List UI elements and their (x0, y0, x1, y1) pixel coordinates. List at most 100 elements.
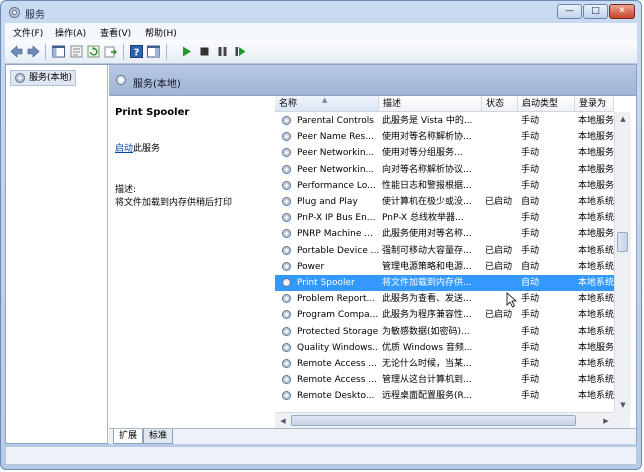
restart-icon[interactable] (233, 44, 248, 59)
service-row[interactable]: Program Compa... 此服务为程序兼容性... 已启动 手动 本地系统 (275, 307, 614, 323)
services-list: ▲ 名称 描述 状态 启动类型 登录为 Parental Controls 此服务… (275, 96, 636, 428)
service-row[interactable]: Peer Networkin... 使用对等分组服务... 手动 本地服务 (275, 145, 614, 161)
window-title: 服务 (25, 10, 45, 21)
tab-standard[interactable]: 标准 (143, 429, 174, 444)
menu-help[interactable]: 帮助(H) (145, 26, 177, 39)
service-description: 此服务为查看、发送... (382, 294, 472, 305)
service-gear-icon (282, 278, 291, 287)
service-startup-type: 手动 (521, 375, 540, 386)
service-logon: 本地系统 (578, 310, 615, 321)
horizontal-scroll-thumb[interactable] (291, 415, 576, 426)
service-gear-icon (282, 375, 291, 385)
content-pane: 服务(本地) Print Spooler 启动此服务 描述: 将文件加载到内存供… (109, 65, 636, 444)
service-logon: 本地服务 (578, 132, 615, 143)
service-description: 性能日志和警报根据... (382, 180, 472, 191)
service-startup-type: 手动 (521, 148, 540, 159)
service-gear-icon (282, 310, 291, 320)
service-logon: 本地系统 (578, 278, 615, 288)
scroll-up-icon[interactable]: ▲ (615, 112, 631, 126)
service-row[interactable]: Protected Storage 为敏感数据(如密码)... 手动 本地系统 (275, 324, 614, 340)
service-description: 向对等名称解析协议... (382, 164, 472, 175)
start-service-suffix: 此服务 (133, 144, 161, 154)
service-status: 已启动 (485, 310, 513, 321)
service-startup-type: 手动 (521, 132, 540, 143)
scroll-down-icon[interactable]: ▼ (615, 398, 631, 412)
service-row[interactable]: PNRP Machine ... 此服务使用对等名称... 手动 本地服务 (275, 226, 614, 242)
service-startup-type: 手动 (521, 164, 540, 175)
scrollbar-corner (614, 412, 630, 428)
maximize-button[interactable]: □ (583, 4, 608, 19)
menu-view[interactable]: 查看(V) (100, 26, 131, 39)
properties-icon[interactable] (69, 44, 84, 59)
service-description: 此服务使用对等名称... (382, 229, 472, 240)
horizontal-scrollbar[interactable]: ◀ ▶ (275, 412, 614, 428)
service-row[interactable]: Remote Access ... 管理从这台计算机到... 手动 本地系统 (275, 372, 614, 388)
help-icon[interactable]: ? (129, 44, 144, 59)
service-description: 远程桌面配置服务(R... (382, 391, 473, 402)
menu-action[interactable]: 操作(A) (55, 26, 86, 39)
column-header-startup-type[interactable]: 启动类型 (518, 96, 575, 112)
back-icon[interactable] (9, 44, 24, 59)
service-row[interactable]: Quality Windows... 优质 Windows 音频... 手动 本地服务 (275, 340, 614, 356)
service-gear-icon (282, 245, 291, 255)
title-bar[interactable]: 服务 — □ ✕ (1, 1, 641, 23)
service-name: PNRP Machine ... (297, 229, 373, 240)
column-header-logon[interactable]: 登录为 (575, 96, 614, 112)
service-row[interactable]: Print Spooler 将文件加载到内存供... 自动 本地系统 (275, 275, 614, 291)
status-bar (5, 446, 637, 465)
service-gear-icon (282, 132, 291, 142)
scroll-left-icon[interactable]: ◀ (275, 413, 291, 428)
service-description: 此服务为程序兼容性... (382, 310, 472, 321)
vertical-scrollbar[interactable]: ▲ ▼ (614, 112, 631, 412)
stop-icon[interactable] (197, 44, 212, 59)
column-header-description[interactable]: 描述 (379, 96, 482, 112)
service-row[interactable]: Parental Controls 此服务是 Vista 中的... 手动 本地服务 (275, 113, 614, 129)
service-logon: 本地系统 (578, 213, 615, 224)
service-row[interactable]: Remote Deskto... 远程桌面配置服务(R... 手动 本地系统 (275, 388, 614, 404)
service-row[interactable]: Peer Name Res... 使用对等名称解析协... 手动 本地服务 (275, 129, 614, 145)
service-startup-type: 手动 (521, 294, 540, 305)
vertical-scroll-thumb[interactable] (617, 232, 628, 252)
service-row[interactable]: Power 管理电源策略和电源... 已启动 自动 本地系统 (275, 259, 614, 275)
service-logon: 本地系统 (578, 391, 615, 402)
export-icon[interactable] (103, 44, 118, 59)
minimize-button[interactable]: — (557, 4, 582, 19)
service-description: 使用对等分组服务... (382, 148, 463, 159)
service-logon: 本地服务 (578, 164, 615, 175)
service-name: Quality Windows... (297, 342, 379, 353)
pause-icon[interactable] (215, 44, 230, 59)
start-icon[interactable] (179, 44, 194, 59)
service-logon: 本地服务 (578, 116, 615, 126)
menu-file[interactable]: 文件(F) (13, 26, 43, 39)
service-row[interactable]: Performance Lo... 性能日志和警报根据... 手动 本地服务 (275, 178, 614, 194)
service-logon: 本地系统 (578, 245, 615, 256)
service-row[interactable]: Remote Access ... 无论什么时候，当某... 手动 本地系统 (275, 356, 614, 372)
service-startup-type: 手动 (521, 245, 540, 256)
tab-extended[interactable]: 扩展 (113, 429, 144, 444)
show-tree-icon[interactable] (51, 44, 66, 59)
service-gear-icon (282, 391, 291, 401)
service-row[interactable]: Plug and Play 使计算机在极少或没... 已启动 自动 本地系统 (275, 194, 614, 210)
console-tree: 服务(本地) (6, 65, 108, 443)
tree-item-services-local[interactable]: 服务(本地) (10, 70, 77, 86)
column-header-name[interactable]: ▲ 名称 (275, 96, 379, 112)
service-row[interactable]: PnP-X IP Bus En... PnP-X 总线枚举器... 手动 本地系统 (275, 210, 614, 226)
scroll-right-icon[interactable]: ▶ (598, 413, 614, 428)
view-icon[interactable] (146, 44, 161, 59)
forward-icon[interactable] (26, 44, 41, 59)
main-panel: 服务(本地) 服务(本地) Print Spooler 启动此服务 描述: 将文… (5, 64, 637, 444)
service-row[interactable]: Peer Networkin... 向对等名称解析协议... 手动 本地服务 (275, 162, 614, 178)
close-button[interactable]: ✕ (609, 4, 635, 19)
service-name: Portable Device ... (297, 245, 379, 256)
refresh-icon[interactable] (86, 44, 101, 59)
start-service-link[interactable]: 启动 (115, 144, 133, 154)
column-header-status[interactable]: 状态 (482, 96, 518, 112)
service-row[interactable]: Portable Device ... 强制可移动大容量存... 已启动 手动 本地系统 (275, 243, 614, 259)
service-description: PnP-X 总线枚举器... (382, 213, 464, 224)
service-row[interactable]: Problem Report... 此服务为查看、发送... 手动 本地系统 (275, 291, 614, 307)
service-title: Print Spooler (115, 107, 190, 118)
service-status: 已启动 (485, 261, 513, 272)
services-gear-icon (116, 75, 126, 85)
service-gear-icon (282, 213, 291, 223)
service-logon: 本地服务 (578, 148, 615, 159)
